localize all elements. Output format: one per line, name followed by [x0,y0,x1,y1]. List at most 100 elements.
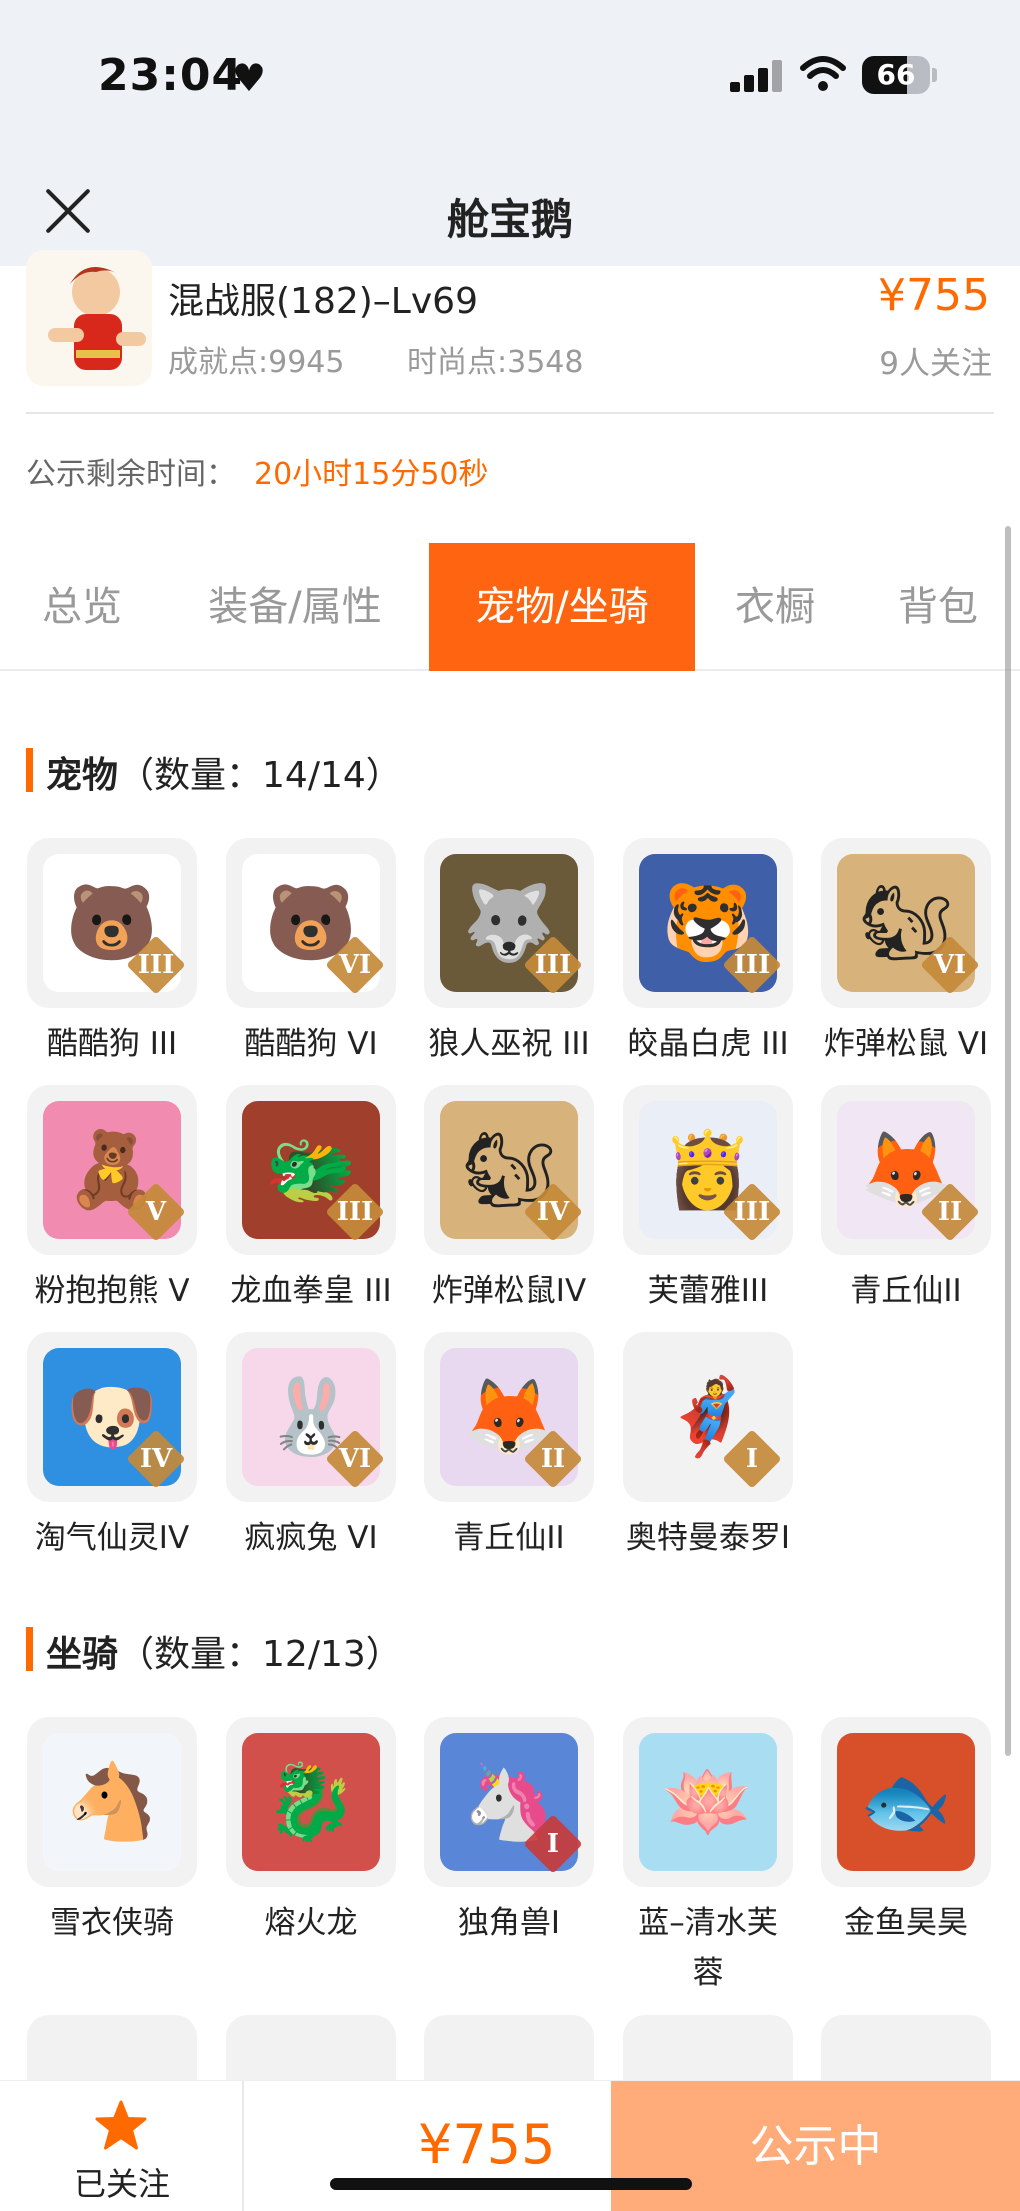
rank-badge: II [523,1429,583,1489]
mount-name: 金鱼昊昊 [844,1905,968,1941]
mount-name: 雪衣侠骑 [50,1905,174,1941]
rank-numeral: IV [536,1197,570,1227]
pet-name: 酷酷狗 III [46,1026,178,1062]
mount-tile[interactable]: 🐟 [821,1717,991,1887]
rank-badge: III [523,935,583,995]
pet-tile[interactable]: 👸 III [623,1085,793,1255]
fire-dragon-icon: 🐉 [242,1733,380,1871]
rank-numeral: IV [139,1444,173,1474]
rank-badge: I [523,1814,583,1874]
tab-equipment[interactable]: 装备/属性 [186,543,404,671]
rank-badge: VI [920,935,980,995]
countdown-value: 20小时15分50秒 [254,457,489,492]
pet-tile[interactable]: 🦸 I [623,1332,793,1502]
rank-numeral: VI [338,1444,372,1474]
countdown-label: 公示剩余时间： [26,457,236,492]
server-level: 混战服(182)–Lv69 [168,281,478,322]
rank-badge: III [722,1182,782,1242]
pets-section-title: 宠物（数量：14/14） [46,755,402,796]
divider [26,412,994,414]
follow-label: 已关注 [73,2165,170,2203]
rank-badge: II [920,1182,980,1242]
pet-name: 酷酷狗 VI [244,1026,378,1062]
pet-name: 青丘仙II [453,1520,565,1556]
section-marker [26,748,33,792]
pet-tile[interactable]: 🦊 II [424,1332,594,1502]
pet-tile[interactable]: 🐻 III [27,838,197,1008]
tab-bar: 总览 装备/属性 宠物/坐骑 衣橱 背包 [0,543,1020,671]
fashion-points: 时尚点:3548 [407,345,584,380]
public-notice-button[interactable]: 公示中 [611,2081,1020,2211]
pet-tile[interactable]: 🐰 VI [226,1332,396,1502]
rank-badge: III [325,1182,385,1242]
rank-badge: IV [523,1182,583,1242]
mount-tile[interactable]: 🐴 [27,1717,197,1887]
rank-badge: I [722,1429,782,1489]
rank-numeral: V [145,1197,167,1227]
star-icon [95,2100,147,2150]
pet-tile[interactable]: 🐲 III [226,1085,396,1255]
rank-badge: III [722,935,782,995]
pet-name: 龙血拳皇 III [230,1273,392,1309]
rank-badge: VI [325,1429,385,1489]
pet-name: 狼人巫祝 III [428,1026,590,1062]
mount-tile[interactable]: 🪷 [623,1717,793,1887]
pet-name: 粉抱抱熊 V [34,1273,190,1309]
pet-tile[interactable]: 🐺 III [424,838,594,1008]
rank-numeral: III [137,950,175,980]
tab-overview[interactable]: 总览 [0,543,164,671]
rank-badge: III [126,935,186,995]
cellular-signal-icon [730,60,786,92]
rank-numeral: VI [933,950,967,980]
pet-tile[interactable]: 🐿 VI [821,838,991,1008]
pet-tile[interactable]: 🐿 IV [424,1085,594,1255]
rank-numeral: VI [338,950,372,980]
pet-name: 皎晶白虎 III [627,1026,789,1062]
rank-badge: VI [325,935,385,995]
mount-tile[interactable]: 🐉 [226,1717,396,1887]
battery-tip [932,68,937,82]
pet-tile[interactable]: 🐯 III [623,838,793,1008]
rank-numeral: II [937,1197,963,1227]
mount-name: 蓝–清水芙蓉 [638,1905,778,1991]
white-horse-icon: 🐴 [43,1733,181,1871]
tab-bag[interactable]: 背包 [870,543,1006,671]
pet-tile[interactable]: 🐶 IV [27,1332,197,1502]
mount-name: 熔火龙 [264,1905,358,1941]
battery-icon: 66 [862,56,930,94]
pet-name: 淘气仙灵IV [34,1520,190,1556]
battery-level: 66 [876,58,916,91]
status-time: 23:04 [98,50,244,101]
mount-name: 独角兽I [457,1905,561,1941]
rank-numeral: III [534,950,572,980]
follow-button[interactable]: 已关注 [0,2081,244,2211]
rank-numeral: III [336,1197,374,1227]
pet-name: 芙蕾雅III [647,1273,769,1309]
pet-tile[interactable]: 🧸 V [27,1085,197,1255]
rank-numeral: III [733,950,771,980]
heart-icon: ♥ [232,56,267,100]
pet-name: 炸弹松鼠IV [431,1273,587,1309]
pet-tile[interactable]: 🐻 VI [226,838,396,1008]
pet-name: 炸弹松鼠 VI [823,1026,989,1062]
wifi-icon [800,56,846,91]
mount-tile[interactable]: 🦄 I [424,1717,594,1887]
tab-wardrobe[interactable]: 衣橱 [710,543,840,671]
section-marker [26,1627,33,1671]
goldfish-icon: 🐟 [837,1733,975,1871]
rank-badge: V [126,1182,186,1242]
page-title: 舱宝鹅 [446,195,573,244]
rank-numeral: II [540,1444,566,1474]
home-indicator [330,2178,692,2190]
rank-numeral: III [733,1197,771,1227]
top-bar: 23:04 ♥ 66 舱宝鹅 [0,0,1020,266]
character-avatar [26,250,152,386]
tab-pets-mounts[interactable]: 宠物/坐骑 [429,543,695,671]
pet-tile[interactable]: 🦊 II [821,1085,991,1255]
scrollbar[interactable] [1005,526,1011,1756]
header-price: ¥755 [878,270,990,321]
pet-name: 奥特曼泰罗I [625,1520,791,1556]
bottom-action-bar: 已关注 ¥755 公示中 [0,2080,1020,2211]
blue-lotus-icon: 🪷 [639,1733,777,1871]
pet-name: 疯疯兔 VI [244,1520,378,1556]
